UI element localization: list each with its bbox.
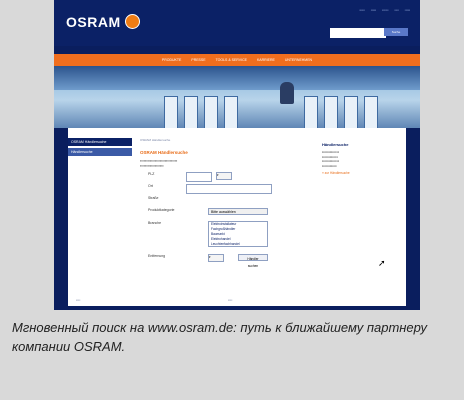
branche-listbox[interactable]: Elektroinstallateur Fachgroßhändler Baum… <box>208 221 268 247</box>
search-button[interactable]: Suche <box>384 28 408 36</box>
top-link[interactable]: ▪▪▪▪▪ <box>371 8 376 12</box>
entfernung-select[interactable]: ▾ <box>208 254 224 262</box>
form-row: PLZ ▾ <box>140 172 316 182</box>
form-title: OSRAM Händlersuche <box>140 150 188 155</box>
hero-window <box>204 96 218 128</box>
produktkategorie-dropdown[interactable]: Bitte auswählen <box>208 208 268 215</box>
header-bar: OSRAM ▪▪▪▪▪ ▪▪▪▪▪ ▪▪▪▪▪▪ ▪▪▪▪ ▪▪▪▪▪ Suche <box>54 0 420 46</box>
ort-label: Ort <box>148 184 153 188</box>
hero-person <box>280 82 294 104</box>
hero-window <box>324 96 338 128</box>
left-navigation: OSRAM Händlersuche Händlersuche <box>68 138 132 158</box>
footer-left[interactable]: ▪▪▪▪ <box>76 298 80 302</box>
radius-select[interactable]: ▾ <box>216 172 232 180</box>
form-intro: ▪▪▪▪▪▪▪▪▪▪▪▪▪▪▪▪▪▪▪▪▪▪▪▪▪▪▪▪▪▪ ▪▪▪▪▪▪▪▪▪▪… <box>140 159 178 168</box>
entfernung-label: Entfernung <box>148 254 166 258</box>
form-row: Entfernung ▾ Händler suchen <box>140 254 316 268</box>
logo-text: OSRAM <box>66 14 121 30</box>
leftnav-item[interactable]: OSRAM Händlersuche <box>68 138 132 146</box>
info-text: ▪▪▪▪▪▪▪▪▪▪▪▪▪▪▪ ▪▪▪▪▪▪▪▪▪▪▪▪▪▪ ▪▪▪▪▪▪▪▪▪▪▪… <box>322 150 339 168</box>
top-links: ▪▪▪▪▪ ▪▪▪▪▪ ▪▪▪▪▪▪ ▪▪▪▪ ▪▪▪▪▪ <box>359 8 410 12</box>
hero-banner <box>54 66 420 128</box>
top-link[interactable]: ▪▪▪▪▪ <box>405 8 410 12</box>
hero-window <box>364 96 378 128</box>
osram-logo[interactable]: OSRAM <box>66 14 140 30</box>
produktkategorie-label: Produktkategorie <box>148 208 175 212</box>
nav-item-karriere[interactable]: KARRIERE <box>257 58 275 62</box>
search-input[interactable] <box>330 28 386 38</box>
breadcrumb[interactable]: OSRAM Händlersuche <box>140 138 316 142</box>
top-link[interactable]: ▪▪▪▪ <box>394 8 398 12</box>
top-link[interactable]: ▪▪▪▪▪ <box>359 8 364 12</box>
hero-window <box>304 96 318 128</box>
website-screenshot: OSRAM ▪▪▪▪▪ ▪▪▪▪▪ ▪▪▪▪▪▪ ▪▪▪▪ ▪▪▪▪▪ Suche PR… <box>54 0 420 310</box>
search-form: OSRAM Händlersuche OSRAM Händlersuche ▪▪… <box>140 138 316 268</box>
plz-input[interactable] <box>186 172 212 182</box>
form-row: Produktkategorie Bitte auswählen <box>140 208 316 218</box>
form-row: Branche Elektroinstallateur Fachgroßhänd… <box>140 221 316 251</box>
form-row: Ort <box>140 184 316 194</box>
nav-item-unternehmen[interactable]: UNTERNEHMEN <box>285 58 312 62</box>
ort-input[interactable] <box>186 184 272 194</box>
nav-item-produkte[interactable]: PRODUKTE <box>162 58 181 62</box>
hero-window <box>164 96 178 128</box>
list-option[interactable]: Leuchtenfachhandel <box>209 242 267 247</box>
hero-ceiling <box>54 66 420 90</box>
info-heading: Händlersuche <box>322 142 349 147</box>
mouse-cursor-icon: ➚ <box>378 258 386 268</box>
top-link[interactable]: ▪▪▪▪▪▪ <box>382 8 388 12</box>
hero-window <box>224 96 238 128</box>
nav-item-presse[interactable]: PRESSE <box>191 58 205 62</box>
plz-label: PLZ <box>148 172 155 176</box>
hero-window <box>184 96 198 128</box>
info-link[interactable]: » zur Händlersuche <box>322 171 390 175</box>
nav-item-tools[interactable]: TOOLS & SERVICE <box>216 58 247 62</box>
form-row: Straße <box>140 196 316 205</box>
strasse-label: Straße <box>148 196 159 200</box>
image-caption: Мгновенный поиск на www.osram.de: путь к… <box>12 320 427 354</box>
footer-right[interactable]: ▪▪▪▪ <box>228 298 232 302</box>
main-navigation: PRODUKTE PRESSE TOOLS & SERVICE KARRIERE… <box>54 54 420 66</box>
content-area: OSRAM Händlersuche Händlersuche OSRAM Hä… <box>68 128 406 306</box>
search-submit-button[interactable]: Händler suchen <box>238 254 268 268</box>
hero-window <box>344 96 358 128</box>
leftnav-item[interactable]: Händlersuche <box>68 148 132 156</box>
osram-bulb-icon <box>124 14 140 29</box>
branche-label: Branche <box>148 221 162 225</box>
info-box: Händlersuche ▪▪▪▪▪▪▪▪▪▪▪▪▪▪▪ ▪▪▪▪▪▪▪▪▪▪▪▪… <box>322 142 390 175</box>
